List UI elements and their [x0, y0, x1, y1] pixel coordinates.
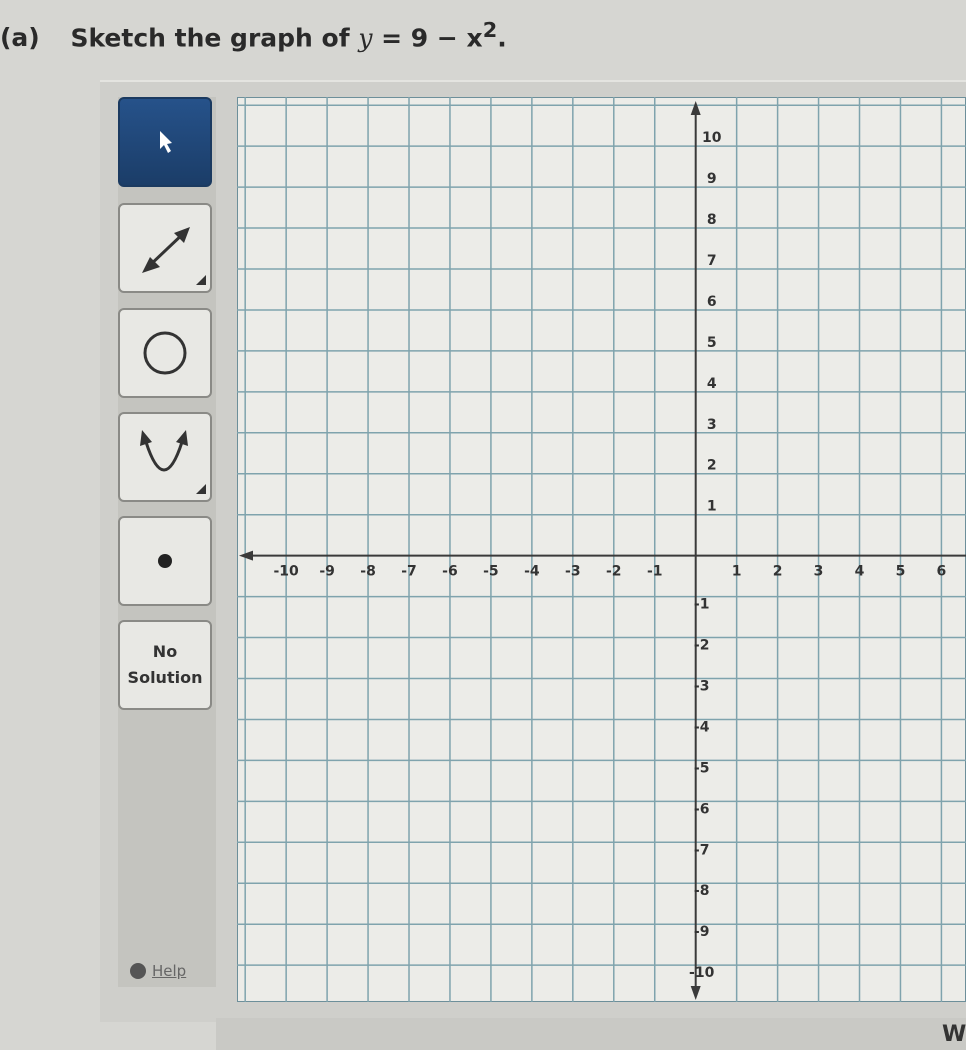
- bottom-bar: [216, 1018, 966, 1050]
- y-tick-label: -9: [694, 924, 710, 940]
- no-solution-label-2: Solution: [127, 668, 203, 687]
- circle-tool-button[interactable]: [118, 308, 212, 398]
- y-tick-label: -6: [694, 801, 710, 817]
- y-tick-label: -7: [694, 842, 710, 858]
- equation-var: y: [358, 23, 373, 53]
- line-tool-button[interactable]: [118, 203, 212, 293]
- y-tick-label: 4: [707, 376, 717, 392]
- x-tick-label: -2: [606, 564, 622, 580]
- y-tick-label: 2: [707, 458, 717, 474]
- help-label: Help: [152, 962, 187, 980]
- x-tick-label: -10: [273, 564, 299, 580]
- equation-rhs: = 9 − x: [381, 23, 483, 53]
- x-tick-label: 6: [937, 564, 947, 580]
- y-tick-label: -3: [694, 678, 710, 694]
- period: .: [497, 23, 507, 53]
- x-tick-label: 5: [896, 564, 906, 580]
- y-tick-label: 7: [707, 253, 717, 269]
- footer-partial-text: W: [942, 1022, 966, 1047]
- circle-icon: [143, 331, 187, 375]
- x-tick-label: -6: [442, 564, 458, 580]
- y-tick-label: -4: [694, 719, 710, 735]
- y-tick-label: 6: [707, 294, 717, 310]
- y-tick-label: 3: [707, 417, 717, 433]
- help-icon: [130, 963, 146, 979]
- x-tick-label: -9: [319, 564, 335, 580]
- x-tick-label: 1: [732, 564, 742, 580]
- question-prompt: (a) Sketch the graph of y = 9 − x2.: [0, 18, 507, 52]
- select-tool-button[interactable]: [118, 97, 212, 187]
- graph-toolbar: No Solution: [118, 97, 216, 987]
- pointer-arrow-icon: [160, 131, 172, 153]
- y-tick-label: 8: [707, 212, 717, 228]
- y-tick-label: 9: [707, 171, 717, 187]
- y-tick-label: -2: [694, 638, 710, 654]
- y-tick-label: 1: [707, 499, 717, 515]
- y-tick-label: -1: [694, 597, 710, 613]
- double-arrow-line-icon: [142, 227, 206, 285]
- equation-exponent: 2: [482, 18, 498, 42]
- x-tick-label: -3: [565, 564, 581, 580]
- y-tick-label: 10: [702, 130, 722, 146]
- x-tick-label: 4: [855, 564, 865, 580]
- y-tick-label: -8: [694, 883, 710, 899]
- x-tick-label: -4: [524, 564, 540, 580]
- x-tick-label: 2: [773, 564, 783, 580]
- question-text: Sketch the graph of: [70, 23, 350, 53]
- parabola-tool-button[interactable]: [118, 412, 212, 502]
- y-tick-label: -10: [689, 965, 715, 981]
- part-label: (a): [0, 23, 40, 53]
- parabola-icon: [140, 430, 206, 494]
- x-tick-label: -1: [647, 564, 663, 580]
- x-tick-label: -5: [483, 564, 499, 580]
- graph-canvas[interactable]: -10 -9 -8 -7 -6 -5 -4 -3 -2 -1 1 2 3 4 5 6 10 9 8 7 6 5 4 3 2 1 -1…: [237, 97, 966, 1002]
- point-icon: [158, 554, 172, 568]
- x-tick-label: 3: [814, 564, 824, 580]
- y-tick-label: 5: [707, 335, 717, 351]
- no-solution-label-1: No: [152, 642, 178, 661]
- point-tool-button[interactable]: [118, 516, 212, 606]
- help-link[interactable]: Help: [130, 962, 186, 980]
- x-tick-label: -7: [401, 564, 417, 580]
- graph-background: [237, 97, 966, 1002]
- no-solution-button[interactable]: No Solution: [118, 620, 212, 710]
- x-tick-label: -8: [360, 564, 376, 580]
- y-tick-label: -5: [694, 760, 710, 776]
